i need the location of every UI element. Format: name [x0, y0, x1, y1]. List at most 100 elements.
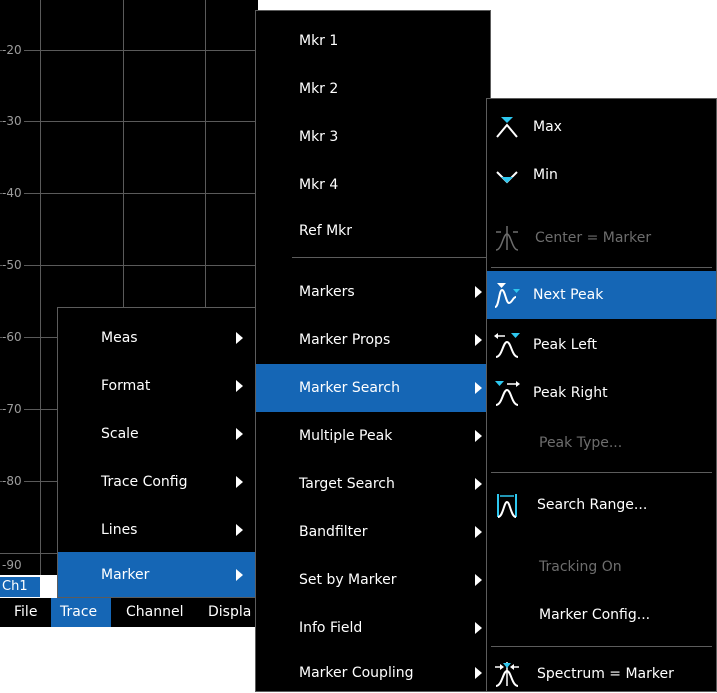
menu-item-marker[interactable]: Marker — [58, 552, 259, 597]
menu-item-next-peak[interactable]: Next Peak — [487, 271, 716, 319]
menu-item-mkr-1[interactable]: Mkr 1 — [256, 17, 490, 65]
menu-item-meas[interactable]: Meas — [58, 314, 259, 362]
y-axis-label: -60 — [2, 330, 24, 344]
menu-item-min[interactable]: Min — [487, 155, 716, 195]
menu-display[interactable]: Displa — [208, 598, 258, 627]
submenu-arrow-icon — [475, 526, 482, 538]
menu-item-marker-search[interactable]: Marker Search — [256, 364, 490, 412]
menu-item-label: Marker Props — [299, 332, 391, 348]
menu-item-label: Peak Type... — [539, 435, 623, 451]
menu-item-label: Peak Left — [533, 337, 598, 353]
menu-item-peak-right[interactable]: Peak Right — [487, 371, 716, 415]
menu-item-max[interactable]: Max — [487, 107, 716, 147]
menu-item-label: Marker — [101, 566, 150, 583]
peak-right-icon — [492, 379, 522, 407]
submenu-arrow-icon — [475, 382, 482, 394]
menu-item-label: Bandfilter — [299, 524, 368, 540]
menu-item-target-search[interactable]: Target Search — [256, 460, 490, 508]
submenu-arrow-icon — [236, 476, 243, 488]
menu-item-label: Mkr 4 — [299, 177, 339, 193]
menu-item-center-marker[interactable]: Center = Marker — [487, 217, 716, 259]
menu-item-mkr-4[interactable]: Mkr 4 — [256, 161, 490, 209]
menu-item-lines[interactable]: Lines — [58, 506, 259, 554]
spectrum-marker-icon — [492, 660, 522, 688]
menu-item-label: Info Field — [299, 620, 363, 636]
y-axis-label: -30 — [2, 114, 24, 128]
menu-bar: File Trace Channel Displa — [0, 598, 258, 627]
submenu-arrow-icon — [475, 430, 482, 442]
y-axis-label: -20 — [2, 43, 24, 57]
search-range-icon — [492, 491, 522, 519]
menu-item-ref-mkr[interactable]: Ref Mkr — [256, 208, 490, 254]
menu-item-format[interactable]: Format — [58, 362, 259, 410]
menu-item-label: Marker Config... — [539, 607, 651, 623]
next-peak-icon — [492, 281, 522, 309]
menu-channel[interactable]: Channel — [126, 598, 194, 627]
menu-item-markers[interactable]: Markers — [256, 268, 490, 316]
menu-item-label: Marker Search — [299, 380, 400, 396]
menu-item-marker-config[interactable]: Marker Config... — [487, 593, 716, 637]
grid-line — [0, 50, 258, 51]
submenu-arrow-icon — [475, 334, 482, 346]
submenu-arrow-icon — [236, 380, 243, 392]
menu-item-multiple-peak[interactable]: Multiple Peak — [256, 412, 490, 460]
y-axis-label: -50 — [2, 258, 24, 272]
menu-item-label: Next Peak — [533, 287, 604, 303]
menu-file[interactable]: File — [0, 598, 46, 627]
menu-item-set-by-marker[interactable]: Set by Marker — [256, 556, 490, 604]
grid-line — [0, 193, 258, 194]
min-search-icon — [492, 161, 522, 189]
menu-item-label: Mkr 3 — [299, 129, 339, 145]
y-axis-label: -90 — [2, 558, 24, 572]
menu-item-label: Center = Marker — [535, 230, 652, 246]
y-axis-label: -80 — [2, 474, 24, 488]
grid-line — [0, 121, 258, 122]
submenu-arrow-icon — [475, 666, 482, 679]
menu-item-label: Meas — [101, 330, 138, 346]
menu-item-label: Ref Mkr — [299, 223, 353, 239]
marker-menu: Mkr 1 Mkr 2 Mkr 3 Mkr 4 Ref Mkr Markers … — [255, 10, 491, 692]
marker-search-menu: Max Min Center = Marker Next Peak Peak L… — [486, 98, 717, 692]
menu-item-spectrum-marker[interactable]: Spectrum = Marker — [487, 655, 716, 693]
peak-left-icon — [492, 331, 522, 359]
menu-item-mkr-2[interactable]: Mkr 2 — [256, 65, 490, 113]
menu-item-label: Marker Coupling — [299, 664, 414, 681]
menu-item-label: Mkr 2 — [299, 81, 339, 97]
submenu-arrow-icon — [236, 332, 243, 344]
menu-item-bandfilter[interactable]: Bandfilter — [256, 508, 490, 556]
menu-trace[interactable]: Trace — [51, 598, 111, 627]
submenu-arrow-icon — [236, 568, 243, 581]
menu-item-peak-type[interactable]: Peak Type... — [487, 421, 716, 465]
menu-item-label: Set by Marker — [299, 572, 397, 588]
menu-item-label: Max — [533, 119, 562, 135]
channel-tab[interactable]: Ch1 — [0, 577, 40, 597]
menu-item-marker-props[interactable]: Marker Props — [256, 316, 490, 364]
menu-item-label: Trace Config — [101, 474, 188, 490]
menu-item-peak-left[interactable]: Peak Left — [487, 323, 716, 367]
grid-line — [0, 265, 258, 266]
menu-item-tracking-on[interactable]: Tracking On — [487, 545, 716, 589]
menu-item-marker-coupling[interactable]: Marker Coupling — [256, 652, 490, 693]
submenu-arrow-icon — [236, 524, 243, 536]
menu-item-label: Min — [533, 167, 558, 183]
menu-item-scale[interactable]: Scale — [58, 410, 259, 458]
y-axis-label: -70 — [2, 402, 24, 416]
trace-menu: Meas Format Scale Trace Config Lines Mar… — [57, 307, 260, 598]
menu-item-label: Tracking On — [539, 559, 622, 575]
max-search-icon — [492, 113, 522, 141]
menu-item-label: Format — [101, 378, 151, 394]
menu-item-label: Lines — [101, 522, 138, 538]
center-marker-icon — [492, 224, 522, 252]
submenu-arrow-icon — [475, 574, 482, 586]
menu-item-search-range[interactable]: Search Range... — [487, 483, 716, 527]
menu-item-label: Scale — [101, 426, 139, 442]
menu-item-mkr-3[interactable]: Mkr 3 — [256, 113, 490, 161]
submenu-arrow-icon — [236, 428, 243, 440]
y-axis-label: -40 — [2, 186, 24, 200]
grid-line — [40, 0, 41, 575]
submenu-arrow-icon — [475, 478, 482, 490]
menu-separator — [491, 472, 712, 473]
menu-item-trace-config[interactable]: Trace Config — [58, 458, 259, 506]
menu-separator — [292, 257, 486, 258]
menu-item-info-field[interactable]: Info Field — [256, 604, 490, 652]
